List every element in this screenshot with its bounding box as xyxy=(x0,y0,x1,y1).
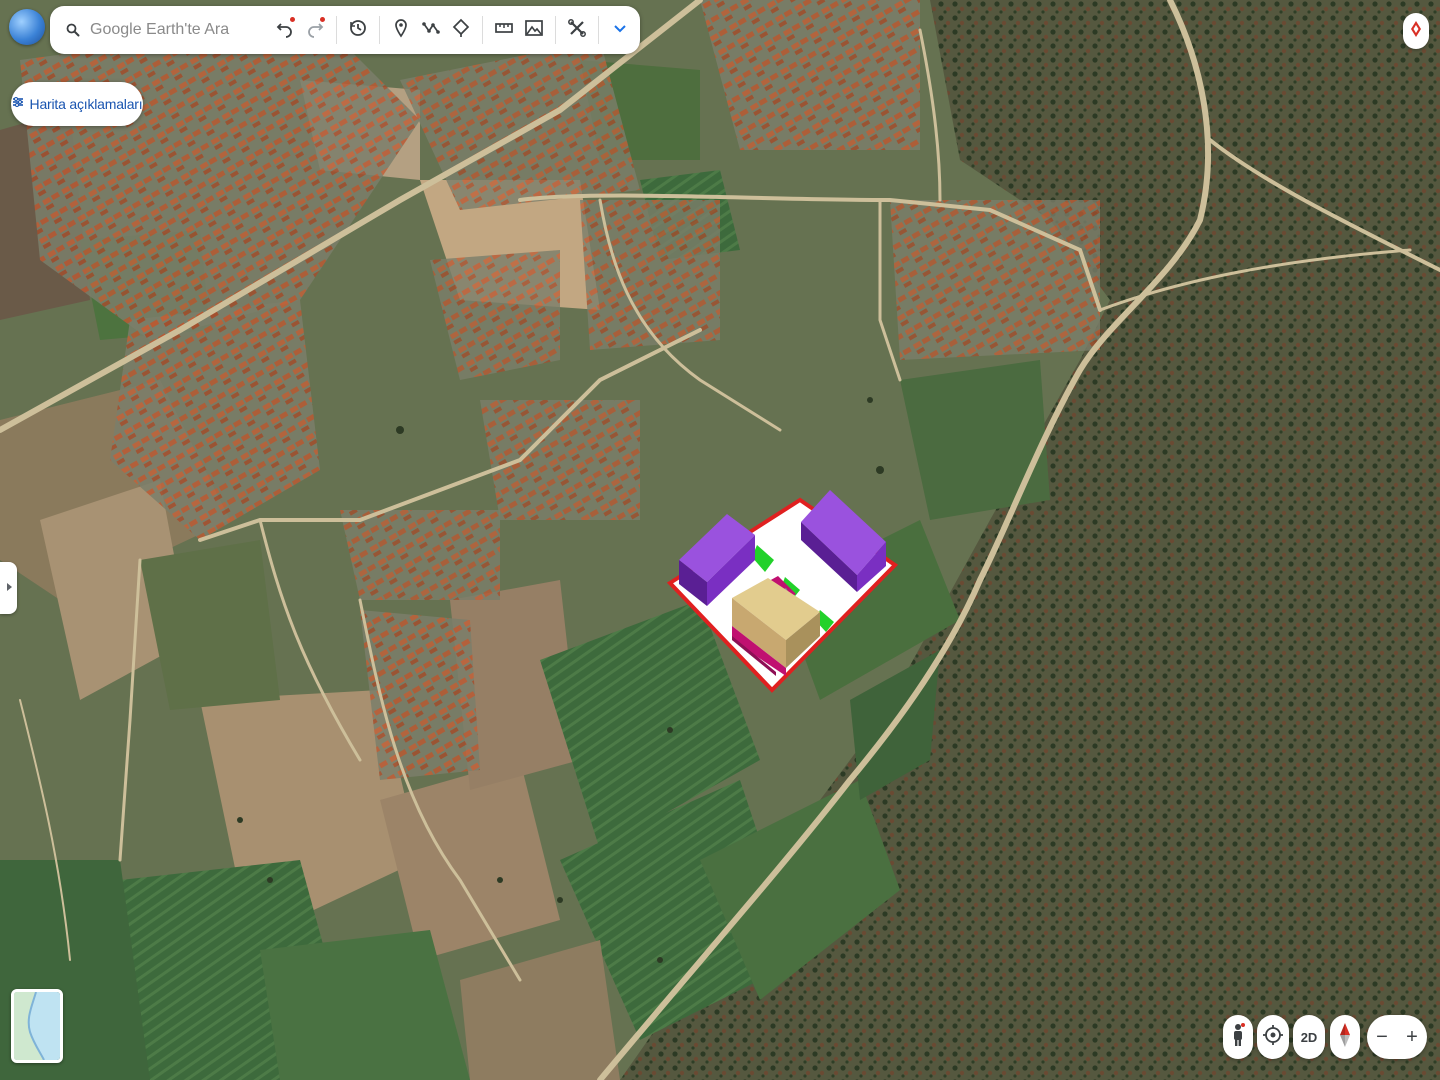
view-mode-label: 2D xyxy=(1300,1029,1318,1045)
side-panel-toggle[interactable] xyxy=(0,562,17,614)
compass-icon xyxy=(1338,1022,1352,1053)
toolbar-divider xyxy=(336,16,337,44)
chevron-right-icon xyxy=(5,579,13,597)
add-placemark-button[interactable] xyxy=(386,10,416,50)
draw-path-button[interactable] xyxy=(416,10,446,50)
undo-button[interactable] xyxy=(270,10,300,50)
search-input[interactable] xyxy=(88,20,262,40)
map-viewport[interactable]: Harita açıklamaları 2D xyxy=(0,0,1440,1080)
compass-icon xyxy=(1407,20,1425,43)
satellite-map[interactable] xyxy=(0,0,1440,1080)
toolbar-divider xyxy=(482,16,483,44)
north-compass-button[interactable] xyxy=(1403,13,1429,49)
top-toolbar xyxy=(50,6,640,54)
toolbar-divider xyxy=(598,16,599,44)
notification-dot xyxy=(290,17,295,22)
measure-icon xyxy=(494,18,514,43)
my-location-button[interactable] xyxy=(1257,1015,1289,1059)
history-icon xyxy=(348,18,368,43)
overview-minimap[interactable] xyxy=(11,989,63,1063)
zoom-controls: − + xyxy=(1367,1015,1427,1059)
capture-image-button[interactable] xyxy=(519,10,549,50)
street-view-button[interactable] xyxy=(1223,1015,1253,1059)
add-polygon-icon xyxy=(451,18,471,43)
my-location-icon xyxy=(1262,1024,1284,1051)
google-earth-logo[interactable] xyxy=(9,9,45,45)
map-legend-button[interactable]: Harita açıklamaları xyxy=(11,82,143,126)
map-legend-label: Harita açıklamaları xyxy=(29,96,143,112)
zoom-in-button[interactable]: + xyxy=(1406,1026,1418,1049)
zoom-out-button[interactable]: − xyxy=(1376,1026,1388,1049)
add-placemark-icon xyxy=(391,18,411,43)
notification-dot xyxy=(320,17,325,22)
add-polygon-button[interactable] xyxy=(446,10,476,50)
toolbar-divider xyxy=(379,16,380,44)
chevron-down-icon xyxy=(610,18,630,43)
tools-button[interactable] xyxy=(562,10,592,50)
draw-path-icon xyxy=(421,18,441,43)
redo-button[interactable] xyxy=(300,10,330,50)
pegman-icon xyxy=(1231,1022,1245,1052)
view-2d-3d-toggle[interactable]: 2D xyxy=(1293,1015,1325,1059)
measure-button[interactable] xyxy=(489,10,519,50)
layers-icon xyxy=(12,95,24,113)
history-button[interactable] xyxy=(343,10,373,50)
tools-icon xyxy=(567,18,587,43)
capture-image-icon xyxy=(524,18,544,43)
compass-button[interactable] xyxy=(1330,1015,1360,1059)
search-box[interactable] xyxy=(52,8,270,52)
search-icon[interactable] xyxy=(58,23,88,37)
expand-toolbar-button[interactable] xyxy=(605,10,635,50)
toolbar-divider xyxy=(555,16,556,44)
